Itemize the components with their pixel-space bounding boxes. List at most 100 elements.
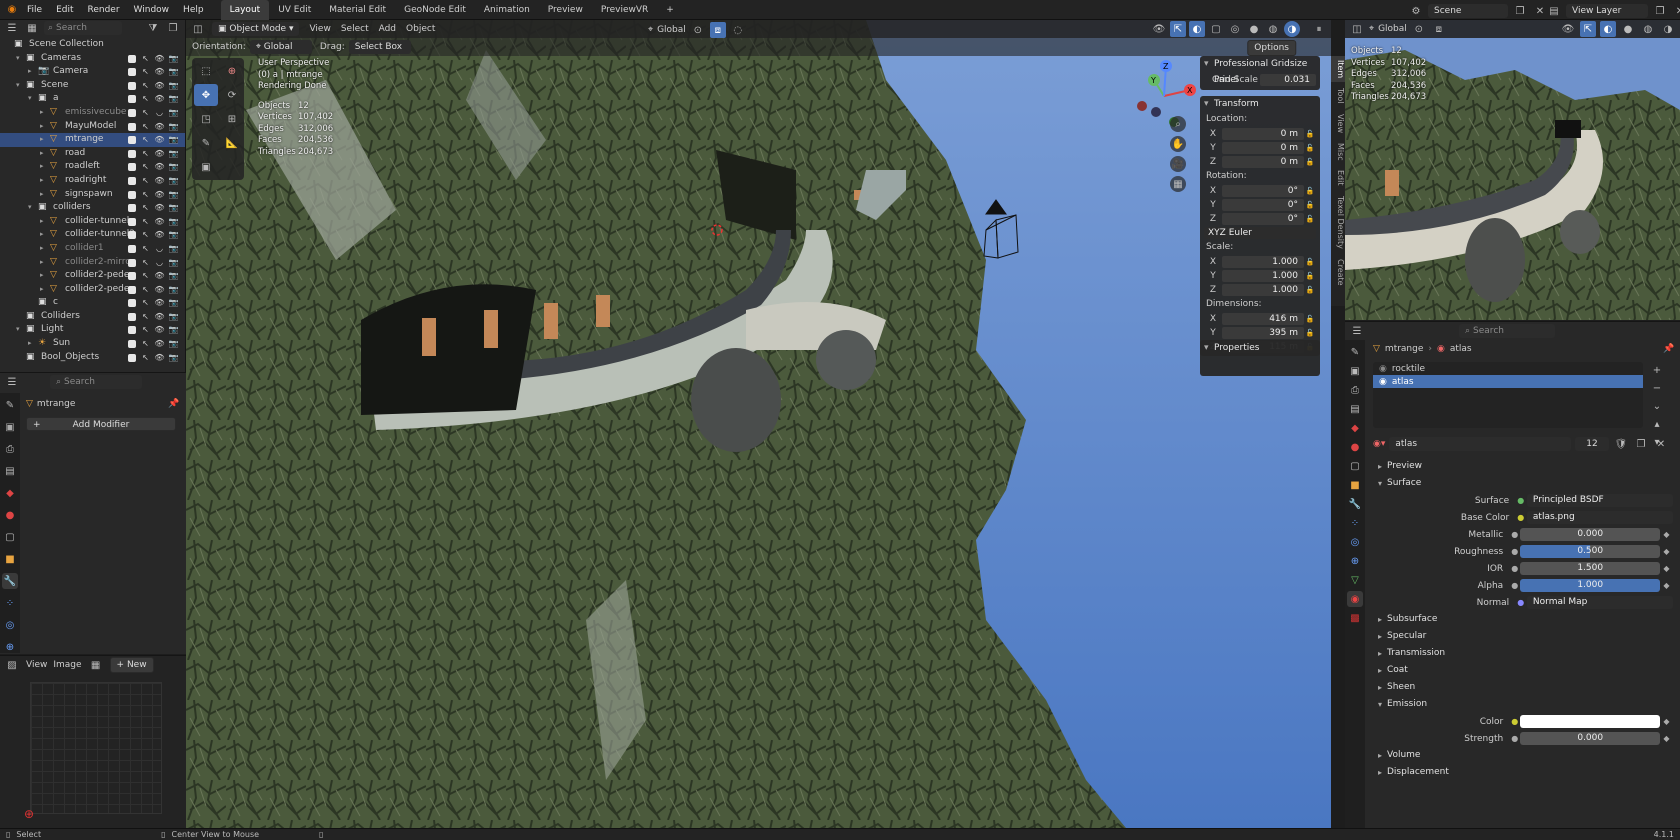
blender-logo-icon[interactable]: ◉ [4, 2, 20, 18]
transform-orientation-value[interactable]: Global [657, 25, 686, 35]
base-color-value[interactable]: atlas.png [1526, 511, 1673, 524]
lock-icon[interactable]: 🔓 [1304, 286, 1316, 294]
chevron-down-icon[interactable]: ▾ [16, 323, 26, 337]
output-tab-icon[interactable]: ⎙ [2, 441, 18, 457]
material-name-field[interactable]: atlas [1389, 437, 1571, 451]
outliner-row[interactable]: ▾ ▣ colliders ↖ 👁 📷 [0, 201, 185, 215]
sidebar-tab[interactable]: Create [1331, 255, 1345, 290]
options-button[interactable]: Options [1247, 40, 1296, 56]
proportional-edit-icon[interactable]: ◌ [730, 22, 746, 38]
location-field[interactable]: Z 0 m 🔓 [1204, 155, 1316, 168]
world-tab-icon[interactable]: ● [1347, 439, 1363, 455]
dimension-field[interactable]: Y 395 m 🔓 [1204, 326, 1316, 339]
view-layer-field[interactable]: View Layer [1566, 4, 1648, 18]
outliner-row[interactable]: ▸ ▽ collider1 ↖ ◡ 📷 [0, 242, 185, 256]
editor-type-icon[interactable]: ☰ [1349, 323, 1365, 339]
lock-icon[interactable]: 🔓 [1304, 158, 1316, 166]
chevron-right-icon[interactable]: ▸ [40, 188, 50, 202]
tab-uv-edit[interactable]: UV Edit [269, 0, 320, 20]
scale-field[interactable]: X 1.000 🔓 [1204, 255, 1316, 268]
visibility-icon[interactable]: 👁 [154, 351, 165, 367]
rotation-mode-dropdown[interactable]: XYZ Euler [1204, 226, 1316, 239]
collection-tab-icon[interactable]: ▢ [2, 529, 18, 545]
emission-strength-value[interactable]: 0.000 [1520, 732, 1660, 745]
keyframe-icon[interactable]: ◆ [1660, 530, 1673, 539]
surface-shader-value[interactable]: Principled BSDF [1526, 494, 1673, 507]
chevron-right-icon[interactable]: ▸ [40, 106, 50, 120]
object-tab-icon[interactable]: ■ [2, 551, 18, 567]
lock-icon[interactable]: 🔓 [1304, 258, 1316, 266]
editor-type-icon[interactable]: ◫ [190, 21, 206, 37]
chevron-right-icon[interactable]: ▸ [40, 120, 50, 134]
lock-icon[interactable]: 🔓 [1304, 315, 1316, 323]
gridsize-panel-header[interactable]: Professional Gridsize Panel [1200, 56, 1320, 85]
gizmo-icon[interactable]: ⇱ [1580, 21, 1596, 37]
move-slot-up-icon[interactable]: ▴ [1649, 416, 1665, 432]
snap-icon[interactable]: ⧈ [1431, 21, 1447, 37]
preview-section[interactable]: ▸ Preview [1373, 458, 1673, 475]
constraints-tab-icon[interactable]: ⊕ [2, 639, 18, 655]
selectable-icon[interactable]: ↖ [140, 351, 151, 367]
outliner-row[interactable]: ▸ ▽ MayuModel ↖ 👁 📷 [0, 120, 185, 134]
chevron-right-icon[interactable]: ▸ [40, 147, 50, 161]
location-field[interactable]: Y 0 m 🔓 [1204, 141, 1316, 154]
material-subsection[interactable]: ▸ Sheen [1373, 679, 1673, 696]
annotate-tool-icon[interactable]: ✎ [194, 132, 218, 154]
solid-shading-icon[interactable]: ● [1246, 21, 1262, 37]
outliner-row[interactable]: ▣ Colliders ↖ 👁 📷 [0, 310, 185, 324]
slot-menu-icon[interactable]: ⌄ [1649, 398, 1665, 414]
gizmo-icon[interactable]: ⇱ [1170, 21, 1186, 37]
keyframe-icon[interactable]: ◆ [1660, 581, 1673, 590]
viewport-menu-add[interactable]: Add [379, 24, 396, 34]
3d-viewport[interactable]: ◫ ▣ Object Mode ▾ View Select Add Object… [186, 20, 1331, 828]
unlink-material-icon[interactable]: ✕ [1653, 436, 1669, 452]
output-tab-icon[interactable]: ⎙ [1347, 382, 1363, 398]
add-cube-tool-icon[interactable]: ▣ [194, 156, 218, 178]
outliner-row[interactable]: ▾ ▣ Cameras ↖ 👁 📷 [0, 52, 185, 66]
properties-search[interactable]: ⌕ Search [50, 375, 142, 389]
outliner-row[interactable]: ▾ ▣ a ↖ 👁 📷 [0, 92, 185, 106]
cursor-tool-icon[interactable]: ⊕ [220, 60, 244, 82]
tab-preview[interactable]: Preview [539, 0, 592, 20]
menu-help[interactable]: Help [176, 0, 211, 20]
pin-icon[interactable]: 📌 [1663, 344, 1674, 354]
sidebar-tab[interactable]: Edit [1331, 166, 1345, 190]
visibility-icon[interactable]: 👁 [1151, 21, 1167, 37]
remove-slot-icon[interactable]: − [1649, 380, 1665, 396]
outliner-row[interactable]: ▾ ▣ Scene ↖ 👁 📷 [0, 79, 185, 93]
keyframe-icon[interactable]: ◆ [1660, 717, 1673, 726]
menu-render[interactable]: Render [81, 0, 127, 20]
solid-shading-icon[interactable]: ● [1620, 21, 1636, 37]
keyframe-icon[interactable]: ◆ [1660, 564, 1673, 573]
tab-geonode-edit[interactable]: GeoNode Edit [395, 0, 475, 20]
chevron-right-icon[interactable]: ▸ [40, 269, 50, 283]
chevron-right-icon[interactable]: ▸ [40, 215, 50, 229]
material-tab-icon[interactable]: ◉ [1347, 591, 1363, 607]
viewport-menu-view[interactable]: View [309, 24, 330, 34]
duplicate-material-icon[interactable]: ❐ [1633, 436, 1649, 452]
outliner-row[interactable]: ▸ ▽ collider2-pedes ↖ 👁 📷 [0, 269, 185, 283]
outliner-row[interactable]: ▸ ☀ Sun ↖ 👁 📷 [0, 337, 185, 351]
material-shading-icon[interactable]: ◍ [1265, 21, 1281, 37]
render-tab-icon[interactable]: ▣ [2, 419, 18, 435]
ortho-grid-icon[interactable]: ▦ [1170, 176, 1186, 192]
texture-tab-icon[interactable]: ▩ [1347, 610, 1363, 626]
modifier-tab-icon[interactable]: 🔧 [1347, 496, 1363, 512]
editor-type-icon[interactable]: ☰ [4, 20, 20, 36]
material-browse-icon[interactable]: ◉▾ [1373, 439, 1385, 449]
pin-icon[interactable]: 📌 [168, 399, 179, 409]
collection-tab-icon[interactable]: ▢ [1347, 458, 1363, 474]
tool-tab-icon[interactable]: ✎ [1347, 344, 1363, 360]
physics-tab-icon[interactable]: ◎ [1347, 534, 1363, 550]
fake-user-icon[interactable]: 🛡 [1613, 436, 1629, 452]
dimension-field[interactable]: X 416 m 🔓 [1204, 312, 1316, 325]
menu-edit[interactable]: Edit [49, 0, 80, 20]
physics-tab-icon[interactable]: ◎ [2, 617, 18, 633]
navigation-gizmo[interactable]: X Y Z [1134, 56, 1204, 136]
chevron-right-icon[interactable]: ▸ [40, 283, 50, 297]
snap-icon[interactable]: ⧈ [709, 22, 726, 38]
outliner-row[interactable]: ▸ ▽ road ↖ 👁 📷 [0, 147, 185, 161]
view-layer-tab-icon[interactable]: ▤ [1347, 401, 1363, 417]
transform-tool-icon[interactable]: ⊞ [220, 108, 244, 130]
volume-section[interactable]: ▸ Volume [1373, 747, 1673, 764]
